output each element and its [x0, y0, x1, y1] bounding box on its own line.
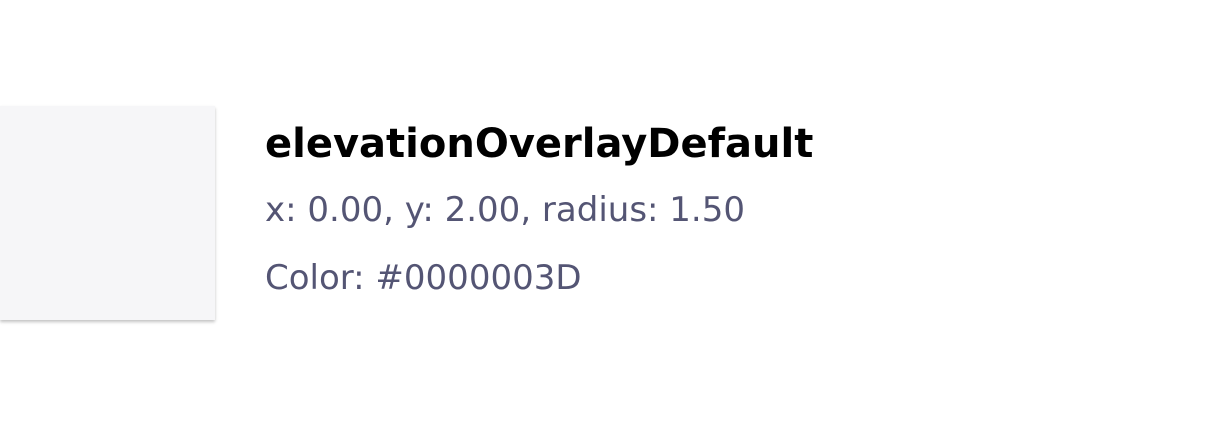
shadow-params: x: 0.00, y: 2.00, radius: 1.50	[265, 190, 746, 230]
token-name: elevationOverlayDefault	[265, 121, 814, 167]
elevation-preview-swatch	[0, 106, 215, 320]
shadow-color: Color: #0000003D	[265, 258, 582, 298]
token-info: elevationOverlayDefault x: 0.00, y: 2.00…	[265, 112, 813, 312]
elevation-token-row: elevationOverlayDefault x: 0.00, y: 2.00…	[0, 0, 1206, 432]
